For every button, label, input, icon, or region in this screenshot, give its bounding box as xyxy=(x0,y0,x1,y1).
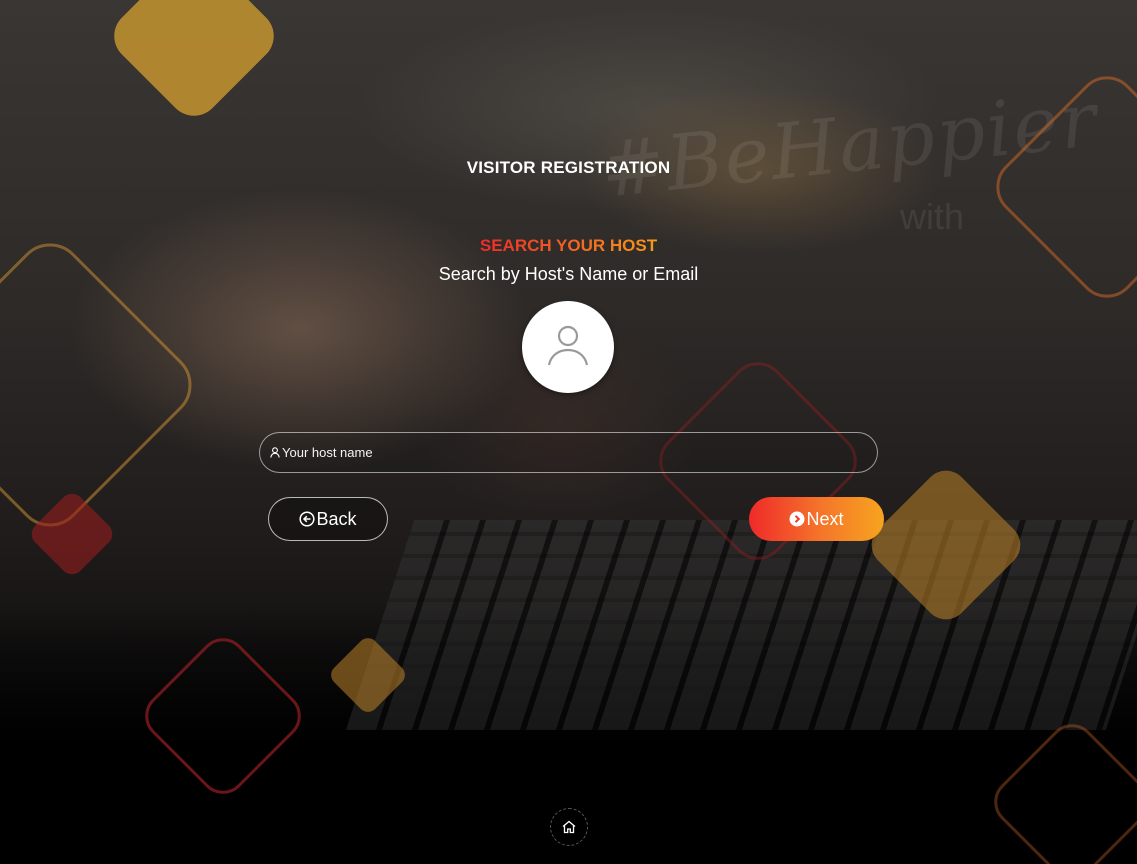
home-icon xyxy=(561,819,577,835)
page-title: VISITOR REGISTRATION xyxy=(466,158,671,177)
back-button[interactable]: Back xyxy=(268,497,388,541)
home-button[interactable] xyxy=(550,808,588,846)
back-button-label: Back xyxy=(316,508,357,529)
watermark-subtext: with xyxy=(900,196,965,237)
host-search-input[interactable] xyxy=(280,433,877,472)
host-avatar xyxy=(522,301,614,393)
user-icon xyxy=(270,447,280,458)
search-subheading: Search by Host's Name or Email xyxy=(438,264,699,284)
visitor-registration-screen: #BeHappier with VISITOR REGISTRATION SEA… xyxy=(0,0,1137,864)
next-button-label: Next xyxy=(806,508,844,529)
user-icon xyxy=(545,322,591,373)
search-heading: SEARCH YOUR HOST xyxy=(0,236,1137,256)
arrow-right-circle-icon xyxy=(789,511,805,527)
arrow-left-circle-icon xyxy=(299,511,316,527)
next-button[interactable]: Next xyxy=(749,497,884,541)
host-search-field[interactable] xyxy=(259,432,878,473)
search-heading-text: SEARCH YOUR HOST xyxy=(479,236,658,255)
